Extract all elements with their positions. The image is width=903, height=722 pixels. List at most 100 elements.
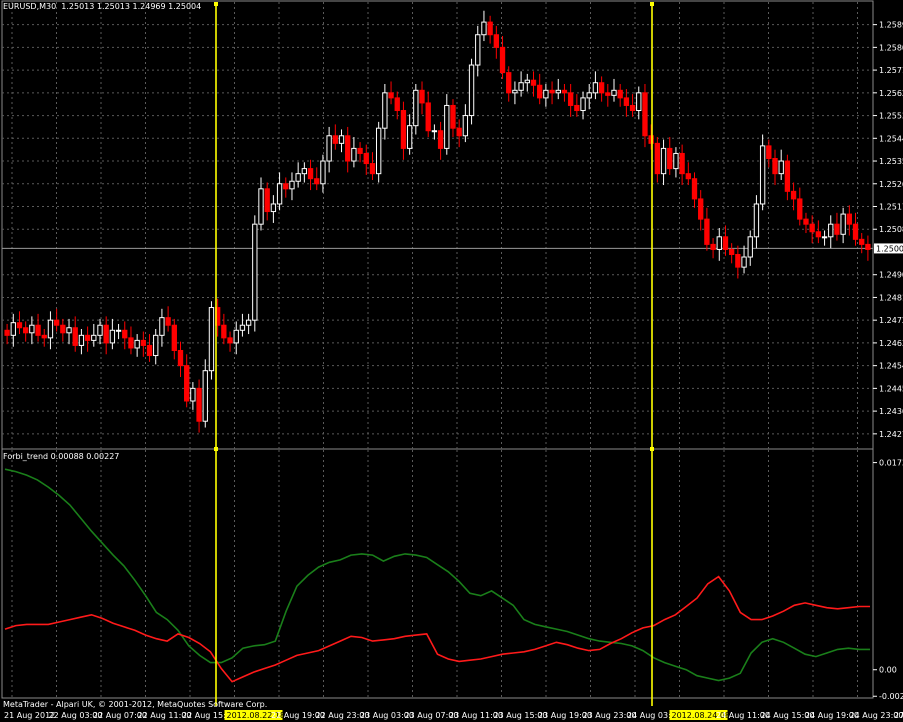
- bear-candle: [852, 223, 859, 240]
- bull-candle: [555, 89, 561, 94]
- bull-candle: [592, 82, 599, 94]
- y-tick-label: 1.24360: [879, 407, 903, 416]
- bear-candle: [332, 135, 338, 144]
- bear-candle: [394, 97, 400, 112]
- bull-candle: [444, 104, 450, 149]
- bull-candle: [518, 82, 524, 91]
- bear-candle: [834, 223, 840, 235]
- bear-candle: [735, 253, 741, 268]
- bull-candle: [115, 329, 122, 332]
- bull-candle: [580, 97, 586, 112]
- y-tick-label: 1.25890: [879, 21, 903, 30]
- bear-candle: [766, 145, 772, 160]
- bull-candle: [258, 188, 264, 225]
- bear-candle: [283, 183, 289, 190]
- bear-candle: [698, 198, 704, 220]
- bull-candle: [47, 319, 54, 339]
- bull-candle: [753, 203, 760, 238]
- bear-candle: [177, 349, 184, 367]
- bear-candle: [345, 135, 351, 162]
- bear-candle: [605, 92, 611, 96]
- bear-candle: [103, 324, 109, 344]
- bull-candle: [611, 89, 617, 96]
- bull-candle: [29, 324, 35, 334]
- indicator-frame: [1, 448, 874, 699]
- y-tick-label: 1.25620: [879, 89, 903, 98]
- bear-candle: [23, 327, 29, 334]
- y-tick-label: 1.24540: [879, 362, 903, 371]
- bear-candle: [654, 142, 661, 175]
- bear-candle: [859, 238, 865, 245]
- bull-candle: [759, 145, 766, 205]
- bull-candle: [270, 203, 277, 213]
- bear-candle: [623, 97, 630, 106]
- bull-candle: [673, 152, 679, 170]
- y-tick-label: 1.25170: [879, 203, 903, 212]
- bear-candle: [227, 337, 233, 344]
- bear-candle: [506, 72, 512, 94]
- bear-candle: [41, 334, 47, 339]
- bull-candle: [289, 180, 295, 190]
- bear-candle: [487, 21, 493, 36]
- green-line-series: [4, 468, 870, 682]
- bear-candle: [60, 324, 66, 334]
- bull-candle: [413, 89, 419, 127]
- bear-candle: [307, 168, 314, 180]
- bear-candle: [537, 84, 543, 99]
- bull-candle: [10, 322, 16, 336]
- bear-candle: [809, 223, 815, 233]
- bull-candle: [153, 334, 159, 357]
- bull-candle: [208, 307, 215, 372]
- y-tick-label: 1.25710: [879, 66, 903, 75]
- bull-candle: [586, 92, 592, 99]
- bear-candle: [549, 89, 555, 94]
- bear-candle: [704, 218, 710, 245]
- ohlc-values: 1.25013 1.25013 1.24969 1.25004: [61, 2, 202, 11]
- bear-candle: [617, 89, 623, 99]
- indicator-title: Forbi_trend 0.00088 0.00227: [3, 452, 120, 461]
- bear-candle: [35, 324, 41, 336]
- y-tick-label: 1.24900: [879, 271, 903, 280]
- bull-candle: [840, 213, 846, 235]
- bear-candle: [728, 248, 735, 255]
- bear-candle: [437, 130, 444, 149]
- bear-candle: [72, 327, 78, 346]
- y-tick-label: 1.24450: [879, 384, 903, 393]
- bear-candle: [16, 322, 23, 329]
- bear-candle: [388, 92, 394, 99]
- bear-candle: [797, 198, 803, 220]
- bear-candle: [499, 46, 506, 74]
- y-tick-label: 1.25350: [879, 157, 903, 166]
- bull-candle: [252, 223, 258, 321]
- bear-candle: [865, 243, 871, 250]
- bear-candle: [772, 158, 778, 175]
- bear-candle: [450, 104, 456, 129]
- marker-bottom-handle: [214, 447, 218, 451]
- x-tick-label: 27 Aug 03:00: [894, 711, 903, 720]
- bear-candle: [784, 160, 791, 192]
- bear-candle: [667, 147, 673, 170]
- bear-candle: [493, 34, 499, 48]
- bear-candle: [146, 344, 153, 357]
- vertical-markers: [214, 2, 654, 706]
- bear-candle: [140, 339, 147, 346]
- bear-candle: [815, 231, 822, 238]
- bull-candle: [159, 317, 165, 336]
- bull-candle: [91, 334, 97, 341]
- bull-candle: [109, 329, 116, 344]
- chart-canvas: 1.25890 1.25800 1.25710 1.25620 1.25530 1.254…: [1, 0, 903, 720]
- y-tick-label: 1.24720: [879, 316, 903, 325]
- bull-candle: [778, 160, 784, 175]
- bull-candle: [239, 324, 246, 331]
- bear-candle: [171, 324, 177, 351]
- bull-candle: [468, 64, 475, 117]
- price-frame: [1, 0, 874, 450]
- bear-candle: [165, 317, 171, 326]
- bear-candle: [425, 102, 431, 132]
- bear-candle: [567, 92, 574, 106]
- bull-candle: [481, 21, 487, 36]
- bull-candle: [351, 147, 357, 162]
- bull-candle: [821, 236, 828, 239]
- bull-candle: [716, 236, 722, 250]
- bull-candle: [134, 339, 140, 349]
